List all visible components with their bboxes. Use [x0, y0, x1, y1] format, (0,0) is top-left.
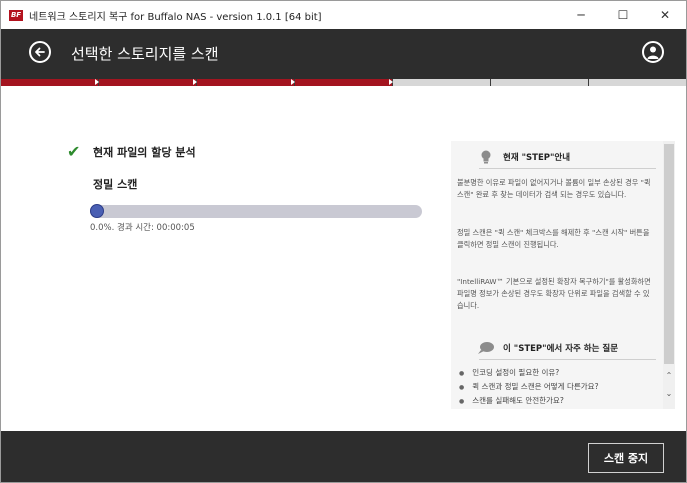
scan-type-label: 정밀 스캔 [93, 178, 138, 191]
scroll-down-icon[interactable]: ⌄ [663, 389, 675, 398]
step-segment-completed [99, 79, 197, 86]
faq-list: 인코딩 설정이 필요한 이유? 퀵 스캔과 정밀 스캔은 어떻게 다른가요? 스… [457, 366, 657, 408]
step-segment-completed [295, 79, 393, 86]
app-logo-icon: BF [9, 9, 23, 21]
faq-link[interactable]: 퀵 스캔과 정밀 스캔은 어떻게 다른가요? [457, 380, 657, 394]
stop-scan-button[interactable]: 스캔 중지 [588, 443, 664, 473]
step-segment-pending [589, 79, 686, 86]
progress-indicator [90, 204, 104, 218]
checkmark-icon: ✔ [67, 142, 81, 161]
close-button[interactable]: ✕ [644, 1, 686, 29]
help-scrollbar[interactable]: ⌃ ⌄ [663, 141, 675, 409]
window-controls: ─ ☐ ✕ [560, 1, 686, 29]
arrow-left-icon [35, 47, 45, 57]
scan-progress-bar [90, 205, 422, 218]
page-title: 선택한 스토리지를 스캔 [71, 45, 219, 63]
window-title: 네트워크 스토리지 복구 for Buffalo NAS - version 1… [29, 11, 322, 23]
maximize-button[interactable]: ☐ [602, 1, 644, 29]
help-paragraph: 불분명한 이유로 파일이 없어지거나 볼륨이 일부 손상된 경우 "퀵 스캔" … [457, 178, 651, 199]
step-progress-bar [1, 79, 686, 86]
back-button[interactable] [29, 41, 51, 63]
scroll-up-icon[interactable]: ⌃ [663, 371, 675, 380]
step-segment-completed [197, 79, 295, 86]
speech-bubble-icon [477, 339, 495, 357]
account-button[interactable] [642, 41, 664, 63]
heading-divider [479, 168, 656, 169]
step-segment-pending [491, 79, 588, 86]
minimize-button[interactable]: ─ [560, 1, 602, 29]
scrollbar-thumb[interactable] [664, 144, 674, 364]
user-icon [647, 46, 659, 59]
step-guide-heading: 현재 "STEP"안내 [451, 147, 656, 169]
step-segment-completed [1, 79, 99, 86]
step-guide-title: 현재 "STEP"안내 [503, 153, 571, 163]
lightbulb-icon [477, 148, 495, 166]
title-bar: BF 네트워크 스토리지 복구 for Buffalo NAS - versio… [1, 1, 686, 29]
faq-link[interactable]: 인코딩 설정이 필요한 이유? [457, 366, 657, 380]
faq-title: 이 "STEP"에서 자주 하는 질문 [503, 344, 619, 354]
app-window: BF 네트워크 스토리지 복구 for Buffalo NAS - versio… [0, 0, 687, 483]
faq-heading: 이 "STEP"에서 자주 하는 질문 [451, 338, 656, 360]
main-content: ✔ 현재 파일의 할당 분석 정밀 스캔 0.0%. 경과 시간: 00:00:… [1, 86, 686, 431]
help-paragraph: 정밀 스캔은 "퀵 스캔" 체크박스를 해제한 후 "스캔 시작" 버튼을 클릭… [457, 228, 650, 249]
heading-divider [479, 359, 656, 360]
footer-bar: 스캔 중지 [1, 431, 686, 482]
help-paragraph: "IntelliRAW™ 기본으로 설정된 확장자 복구하기"를 활성화하면 파… [457, 277, 651, 310]
task-title: 현재 파일의 할당 분석 [93, 146, 196, 159]
faq-link[interactable]: 스캔를 실패해도 안전한가요? [457, 394, 657, 408]
page-header: 선택한 스토리지를 스캔 [1, 29, 686, 79]
help-panel: 현재 "STEP"안내 불분명한 이유로 파일이 없어지거나 볼륨이 일부 손상… [451, 141, 675, 409]
progress-status-text: 0.0%. 경과 시간: 00:00:05 [90, 223, 195, 233]
step-segment-pending [393, 79, 490, 86]
